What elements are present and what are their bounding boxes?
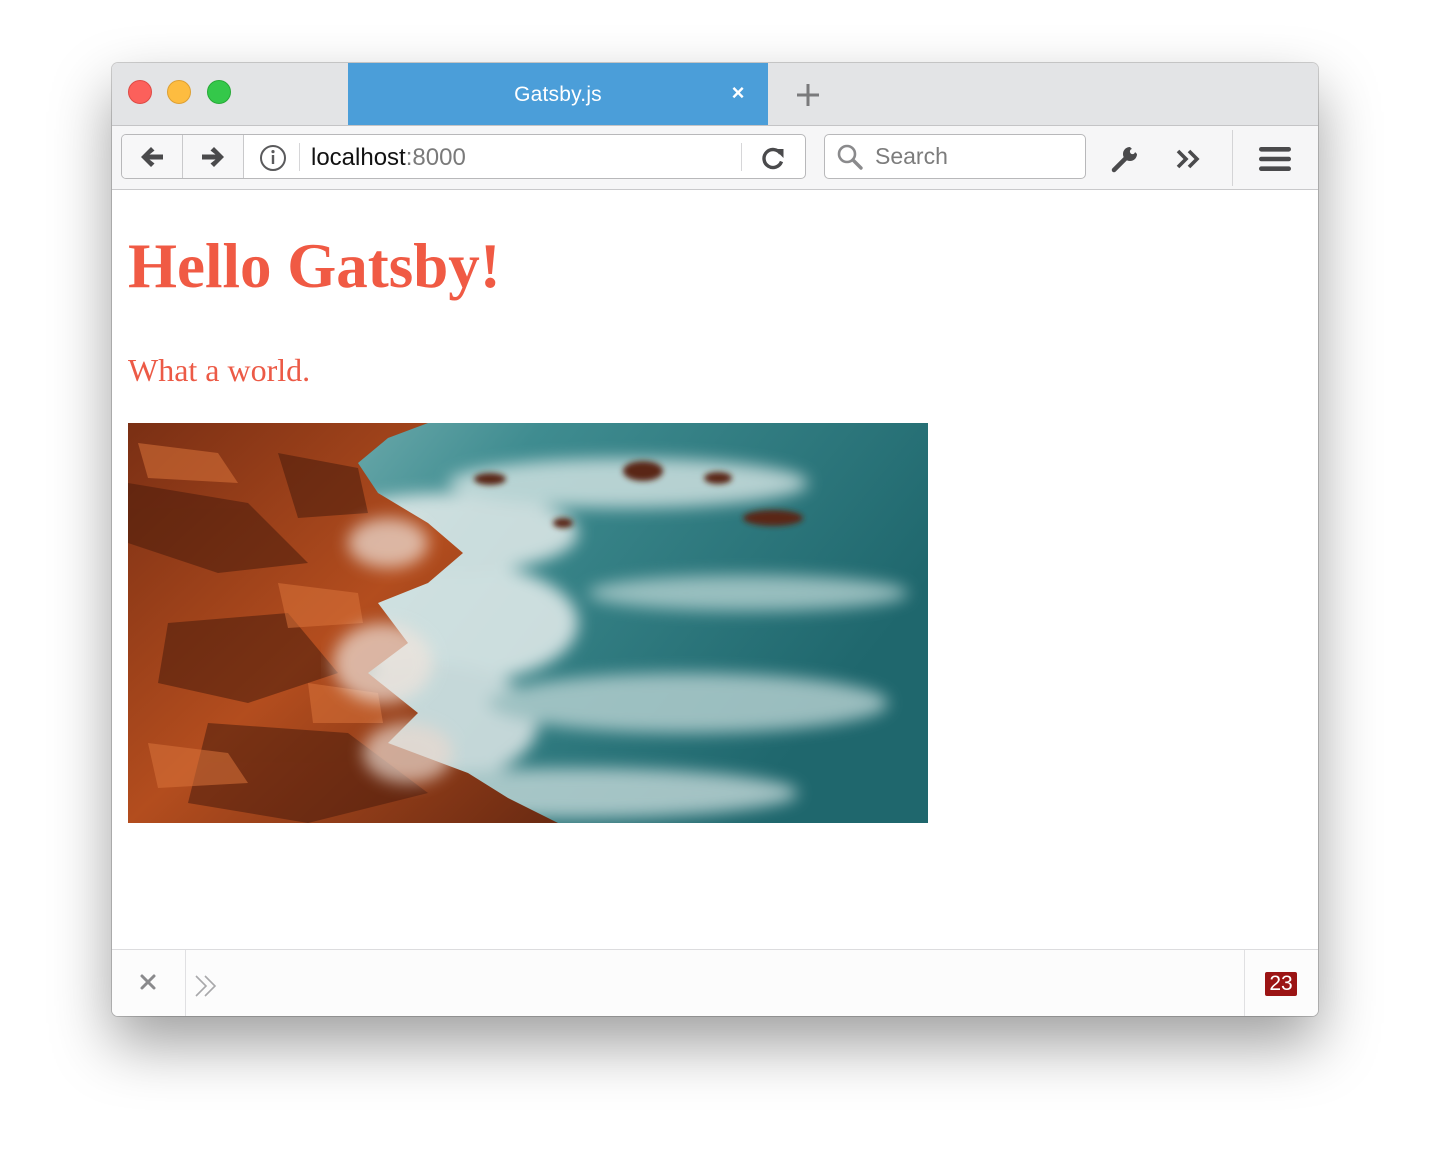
reload-icon[interactable] [760,145,786,171]
forward-button[interactable] [183,135,244,178]
plus-icon[interactable] [792,79,824,111]
url-field[interactable]: localhost:8000 [311,144,466,172]
console-bar: 23 [112,949,1318,1016]
url-bar: localhost:8000 [121,134,806,179]
search-box[interactable] [824,134,1086,179]
double-chevron-right-icon [195,975,217,997]
navigation-toolbar: localhost:8000 [112,126,1318,190]
back-button[interactable] [122,135,183,178]
arrow-left-icon [141,147,163,167]
browser-window: Gatsby.js × localhost:8000 Search Hello … [112,63,1318,1016]
hamburger-menu-icon[interactable] [1258,144,1292,174]
search-icon [837,144,863,170]
page-title: Hello Gatsby! [128,231,501,301]
url-port: :8000 [405,144,466,171]
tab-gatsby[interactable]: Gatsby.js × [348,63,768,125]
url-host: localhost [311,144,406,171]
maximize-window-button[interactable] [207,80,231,104]
close-window-button[interactable] [128,80,152,104]
console-separator [185,950,186,1016]
toolbar-separator [1232,130,1233,186]
info-icon[interactable] [259,144,287,172]
close-icon[interactable]: × [726,81,750,105]
console-separator [1244,950,1245,1016]
page-content: Hello Gatsby! What a world. [112,190,1318,949]
search-input[interactable] [875,141,1075,171]
error-count-badge[interactable]: 23 [1265,972,1297,996]
tab-title: Gatsby.js [514,83,602,106]
minimize-window-button[interactable] [167,80,191,104]
page-subtitle: What a world. [128,352,311,388]
url-divider [299,143,300,171]
reload-divider [741,143,742,171]
tab-bar: Gatsby.js × [112,63,1318,126]
arrow-right-icon [202,147,224,167]
coastline-image [128,423,928,823]
wrench-icon[interactable] [1110,144,1140,174]
double-chevron-right-icon[interactable] [1174,144,1204,174]
close-icon[interactable] [138,972,158,992]
